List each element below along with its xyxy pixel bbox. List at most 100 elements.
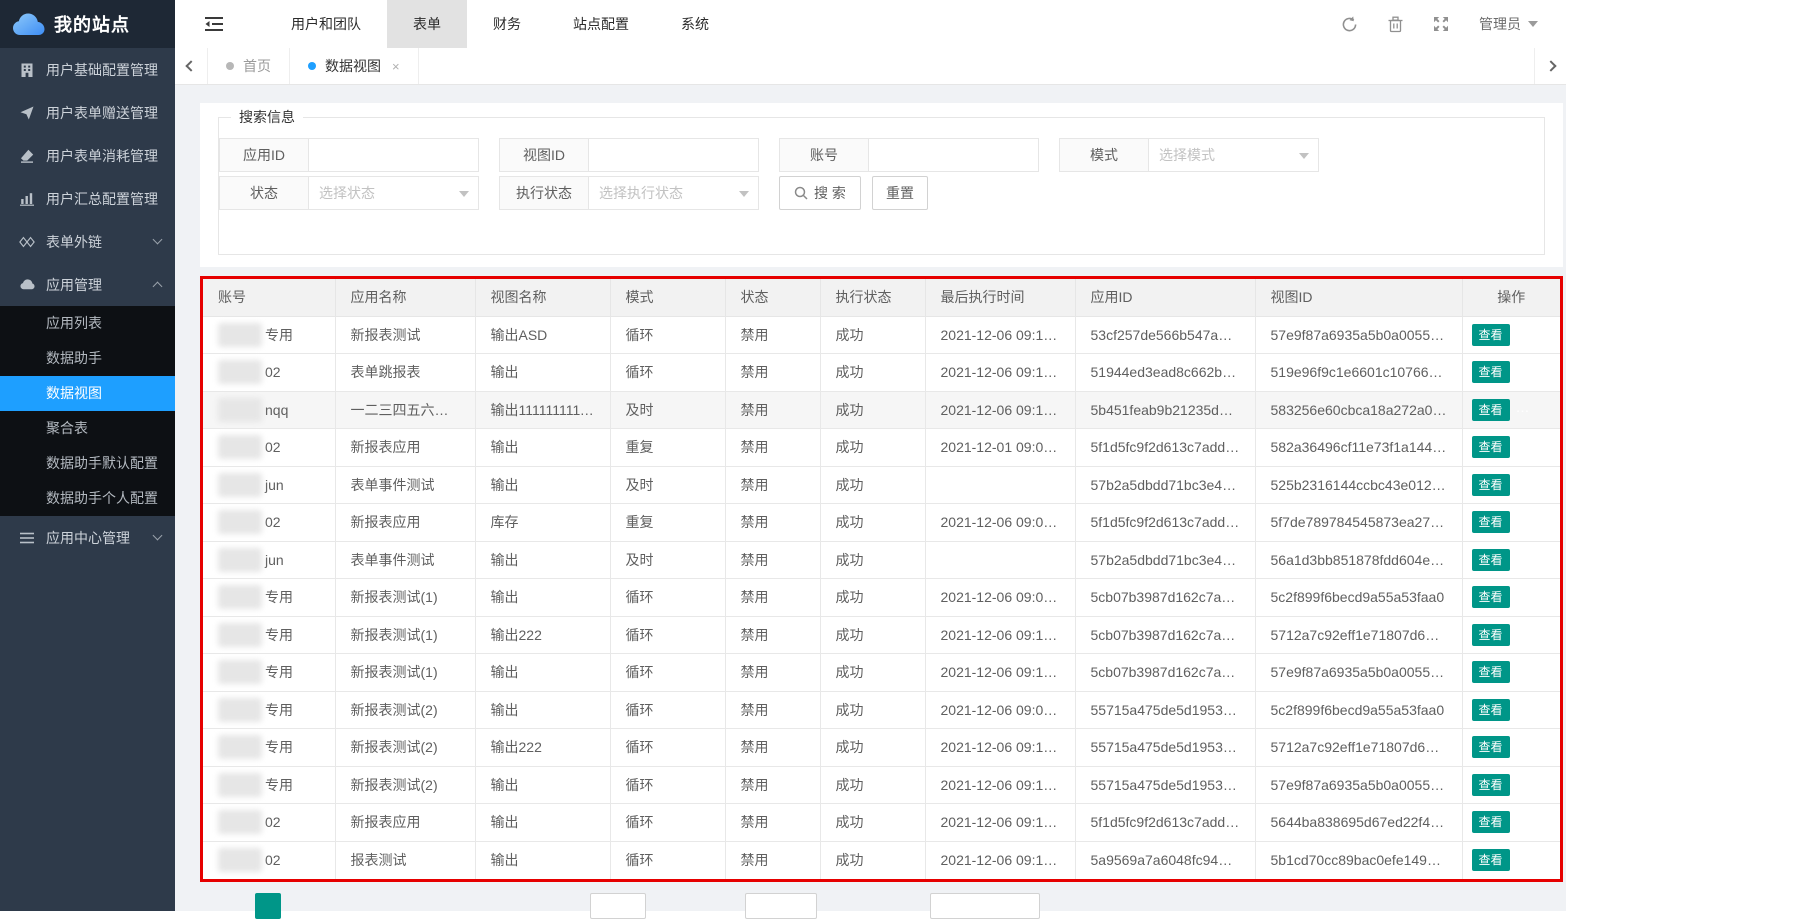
brand-title: 我的站点: [54, 11, 130, 37]
view-button[interactable]: 查看: [1472, 324, 1510, 346]
select-arrow-icon: [1299, 153, 1309, 159]
search-field-group: 模式选择模式: [1059, 138, 1319, 172]
sidebar-item[interactable]: 用户汇总配置管理: [0, 177, 175, 220]
sidebar-item[interactable]: 用户表单赠送管理: [0, 91, 175, 134]
account-suffix: 02: [265, 514, 281, 530]
view-button[interactable]: 查看: [1472, 511, 1510, 533]
redacted-account-blur: [218, 435, 262, 459]
sidebar-item[interactable]: 用户表单消耗管理: [0, 134, 175, 177]
top-nav-item[interactable]: 站点配置: [547, 0, 655, 48]
sidebar-subitem[interactable]: 聚合表: [0, 411, 175, 446]
column-header: 模式: [610, 279, 725, 316]
pagination-current-page[interactable]: [255, 893, 281, 919]
top-nav-item[interactable]: 表单: [387, 0, 467, 48]
search-button[interactable]: 搜 索: [779, 176, 861, 210]
sidebar-item[interactable]: 应用中心管理: [0, 516, 175, 559]
sidebar-subitem[interactable]: 数据助手默认配置: [0, 446, 175, 481]
data-table-panel: 账号应用名称视图名称模式状态执行状态最后执行时间应用ID视图ID操作 专用新报表…: [200, 276, 1563, 882]
table-row[interactable]: jun表单事件测试输出及时禁用成功57b2a5dbdd71bc3e490688f…: [203, 541, 1560, 579]
view-button[interactable]: 查看: [1472, 811, 1510, 833]
pagination-item[interactable]: [745, 893, 817, 919]
chevron-up-icon: [153, 282, 163, 292]
table-row[interactable]: 专用新报表测试(1)输出222循环禁用成功2021-12-06 09:10:12…: [203, 616, 1560, 654]
view-button[interactable]: 查看: [1472, 586, 1510, 608]
cell-view-name: 输出: [475, 429, 610, 467]
table-row[interactable]: nqq一二三四五六七八...输出11111111111111及时禁用成功2021…: [203, 391, 1560, 429]
table-row[interactable]: 02新报表应用输出循环禁用成功2021-12-06 09:10:085f1d5f…: [203, 804, 1560, 842]
tab-label: 数据视图: [325, 56, 381, 76]
cell-account: 专用: [203, 579, 335, 617]
account-suffix: 专用: [265, 627, 293, 643]
account-suffix: 专用: [265, 589, 293, 605]
tab-active[interactable]: 数据视图 ×: [290, 48, 419, 84]
table-row[interactable]: 专用新报表测试(2)输出222循环禁用成功2021-12-06 09:10:08…: [203, 729, 1560, 767]
视图ID-input[interactable]: [589, 138, 759, 172]
table-row[interactable]: 02表单跳报表输出循环禁用成功2021-12-06 09:10:1051944e…: [203, 354, 1560, 392]
table-row[interactable]: 02新报表应用输出重复禁用成功2021-12-01 09:00:005f1d5f…: [203, 429, 1560, 467]
search-panel: 搜索信息 应用ID视图ID账号模式选择模式状态选择状态执行状态选择执行状态 搜 …: [200, 103, 1563, 267]
table-row[interactable]: 02新报表应用库存重复禁用成功2021-12-06 09:00:005f1d5f…: [203, 504, 1560, 542]
top-nav-item[interactable]: 财务: [467, 0, 547, 48]
sidebar-item[interactable]: 表单外链: [0, 220, 175, 263]
view-button[interactable]: 查看: [1472, 436, 1510, 458]
menu-fold-icon[interactable]: [205, 16, 223, 32]
sidebar-item[interactable]: 用户基础配置管理: [0, 48, 175, 91]
tab-scroll-left[interactable]: [175, 48, 207, 84]
brand[interactable]: 我的站点: [0, 0, 175, 48]
应用ID-input[interactable]: [309, 138, 479, 172]
view-button[interactable]: 查看: [1472, 624, 1510, 646]
table-row[interactable]: 专用新报表测试输出ASD循环禁用成功2021-12-06 09:10:0853c…: [203, 316, 1560, 354]
table-row[interactable]: 02报表测试输出循环禁用成功2021-12-06 09:10:095a9569a…: [203, 841, 1560, 879]
view-button[interactable]: 查看: [1472, 774, 1510, 796]
tab-item[interactable]: 首页: [207, 48, 290, 84]
reset-button[interactable]: 重置: [872, 176, 928, 210]
cell-status: 禁用: [725, 729, 820, 767]
tab-close-icon[interactable]: ×: [392, 59, 400, 74]
pagination-item[interactable]: [590, 893, 646, 919]
cell-view-name: 库存: [475, 504, 610, 542]
view-button[interactable]: 查看: [1472, 661, 1510, 683]
view-button[interactable]: 查看: [1472, 361, 1510, 383]
账号-input[interactable]: [869, 138, 1039, 172]
sidebar-subitem[interactable]: 数据助手个人配置: [0, 481, 175, 516]
table-row[interactable]: 专用新报表测试(2)输出循环禁用成功2021-12-06 09:10:09557…: [203, 766, 1560, 804]
状态-select[interactable]: 选择状态: [309, 176, 479, 210]
bar-chart-icon: [18, 192, 36, 206]
cell-last-run: 2021-12-06 09:10:09: [925, 391, 1075, 429]
cell-view-id: 5644ba838695d67ed22f41f0: [1255, 804, 1462, 842]
cell-exec-status: 成功: [820, 766, 925, 804]
table-row[interactable]: 专用新报表测试(2)输出循环禁用成功2021-12-06 09:08:42557…: [203, 691, 1560, 729]
cell-app-id: 55715a475de5d1953d8def45: [1075, 729, 1255, 767]
cell-mode: 循环: [610, 616, 725, 654]
cell-last-run: [925, 466, 1075, 504]
pagination-page-size-select[interactable]: [930, 893, 1040, 919]
top-nav-item[interactable]: 用户和团队: [265, 0, 387, 48]
模式-select[interactable]: 选择模式: [1149, 138, 1319, 172]
view-button[interactable]: 查看: [1472, 549, 1510, 571]
执行状态-select[interactable]: 选择执行状态: [589, 176, 759, 210]
table-row[interactable]: jun表单事件测试输出及时禁用成功57b2a5dbdd71bc3e490688f…: [203, 466, 1560, 504]
sidebar-subitem[interactable]: 数据助手: [0, 341, 175, 376]
table-row[interactable]: 专用新报表测试(1)输出循环禁用成功2021-12-06 09:10:085cb…: [203, 654, 1560, 692]
top-nav-item[interactable]: 系统: [655, 0, 735, 48]
view-button[interactable]: 查看: [1472, 736, 1510, 758]
tab-scroll-right[interactable]: [1534, 48, 1566, 84]
sidebar-subitem[interactable]: 应用列表: [0, 306, 175, 341]
sidebar-item[interactable]: 应用管理: [0, 263, 175, 306]
view-button[interactable]: 查看: [1472, 474, 1510, 496]
view-button[interactable]: 查看: [1472, 399, 1510, 421]
table-row[interactable]: 专用新报表测试(1)输出循环禁用成功2021-12-06 09:08:425cb…: [203, 579, 1560, 617]
refresh-icon[interactable]: [1341, 16, 1358, 33]
cell-mode: 循环: [610, 579, 725, 617]
view-button[interactable]: 查看: [1472, 699, 1510, 721]
search-icon: [794, 186, 808, 200]
cell-app-name: 一二三四五六七八...: [335, 391, 475, 429]
user-menu[interactable]: 管理员: [1479, 14, 1538, 34]
fullscreen-icon[interactable]: [1433, 16, 1449, 32]
sidebar-subitem-active[interactable]: 数据视图: [0, 376, 175, 411]
sidebar-item-label: 用户汇总配置管理: [46, 189, 158, 209]
eraser-icon: [18, 149, 36, 163]
view-button[interactable]: 查看: [1472, 849, 1510, 871]
trash-icon[interactable]: [1388, 16, 1403, 33]
cell-actions: 查看启用: [1462, 804, 1560, 842]
